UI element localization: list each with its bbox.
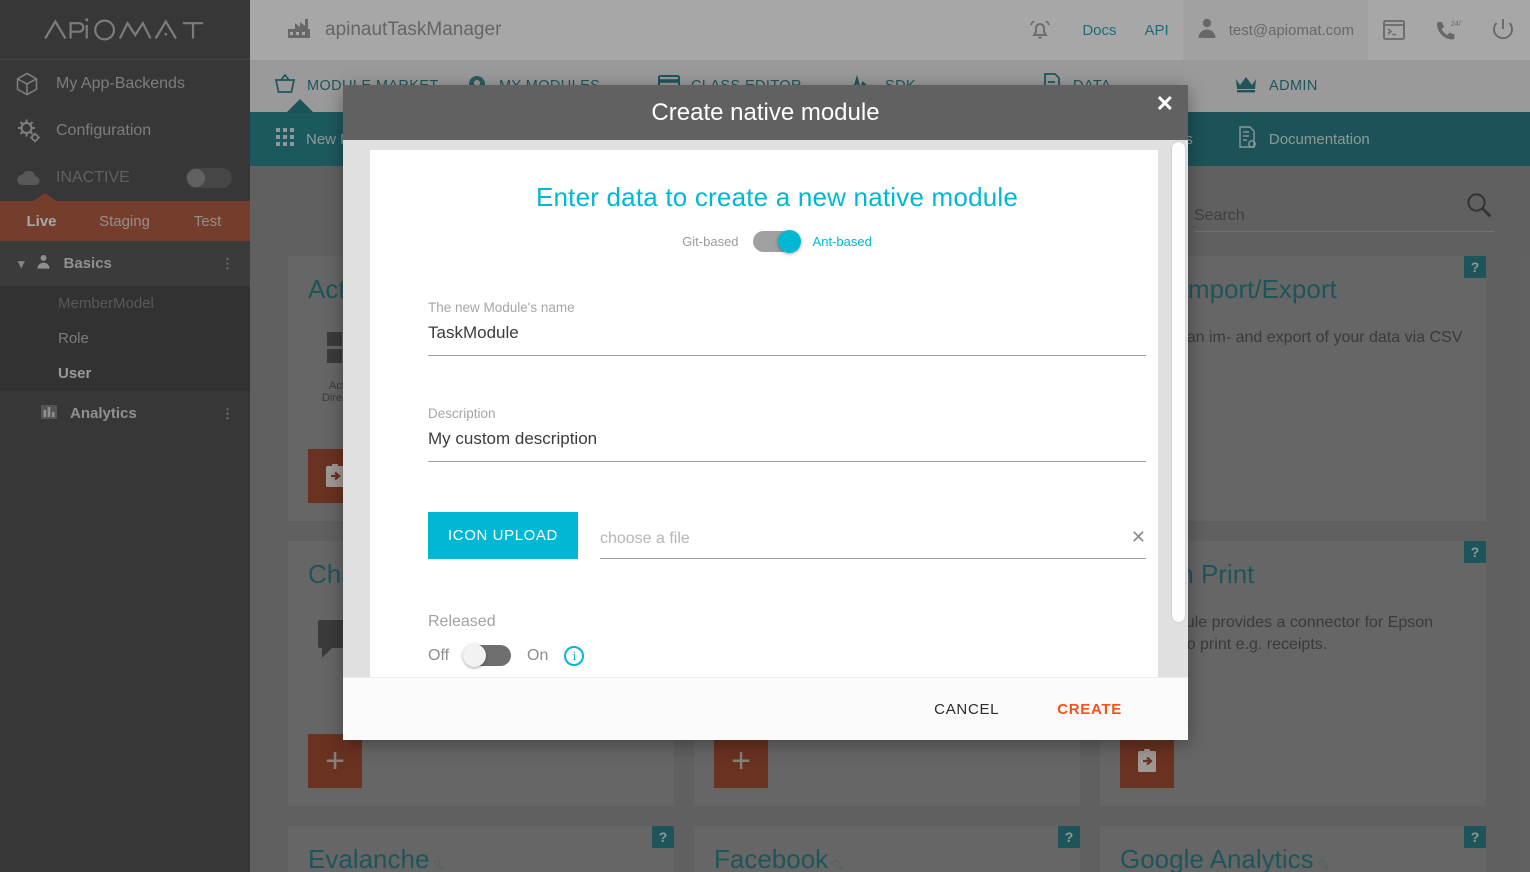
ant-based-label: Ant-based bbox=[812, 234, 872, 249]
scrollbar-thumb[interactable] bbox=[1172, 142, 1185, 622]
icon-upload-button[interactable]: ICON UPLOAD bbox=[428, 512, 578, 559]
module-name-label: The new Module's name bbox=[428, 300, 575, 315]
dialog-footer: CANCEL CREATE bbox=[343, 677, 1188, 740]
file-input[interactable]: choose a file ✕ bbox=[599, 527, 1146, 559]
dialog-form-sheet: Enter data to create a new native module… bbox=[370, 150, 1158, 677]
module-name-input[interactable]: TaskModule bbox=[428, 323, 1146, 356]
released-on-label: On bbox=[527, 646, 549, 664]
toggle-knob bbox=[463, 644, 487, 667]
file-placeholder: choose a file bbox=[599, 530, 690, 547]
git-based-label: Git-based bbox=[682, 234, 739, 249]
description-field: Description My custom description bbox=[428, 406, 1146, 462]
info-icon[interactable]: i bbox=[564, 645, 585, 666]
dialog-header: Create native module ✕ bbox=[343, 85, 1188, 140]
form-heading: Enter data to create a new native module bbox=[535, 182, 1019, 212]
description-input[interactable]: My custom description bbox=[428, 429, 1146, 462]
released-toggle-row: Off On i bbox=[428, 644, 1126, 667]
released-off-label: Off bbox=[428, 646, 450, 664]
released-label: Released bbox=[428, 613, 496, 630]
released-section: Released Off On i bbox=[428, 613, 1126, 667]
module-name-field: The new Module's name TaskModule bbox=[428, 300, 1146, 356]
dialog-body: Enter data to create a new native module… bbox=[343, 140, 1188, 677]
dialog-title: Create native module bbox=[651, 98, 880, 126]
released-toggle[interactable] bbox=[463, 644, 512, 667]
dialog-scrollbar[interactable] bbox=[1170, 140, 1188, 677]
description-label: Description bbox=[428, 406, 496, 421]
toggle-knob bbox=[777, 230, 801, 253]
icon-upload-row: ICON UPLOAD choose a file ✕ bbox=[428, 512, 1146, 559]
create-native-module-dialog: Create native module ✕ Enter data to cre… bbox=[343, 85, 1188, 740]
clear-file-icon[interactable]: ✕ bbox=[1131, 527, 1146, 548]
create-button[interactable]: CREATE bbox=[1057, 701, 1122, 718]
cancel-button[interactable]: CANCEL bbox=[934, 701, 999, 718]
build-type-toggle-row: Git-based Ant-based bbox=[428, 230, 1126, 253]
build-type-toggle[interactable] bbox=[752, 230, 801, 253]
close-icon[interactable]: ✕ bbox=[1156, 93, 1174, 115]
